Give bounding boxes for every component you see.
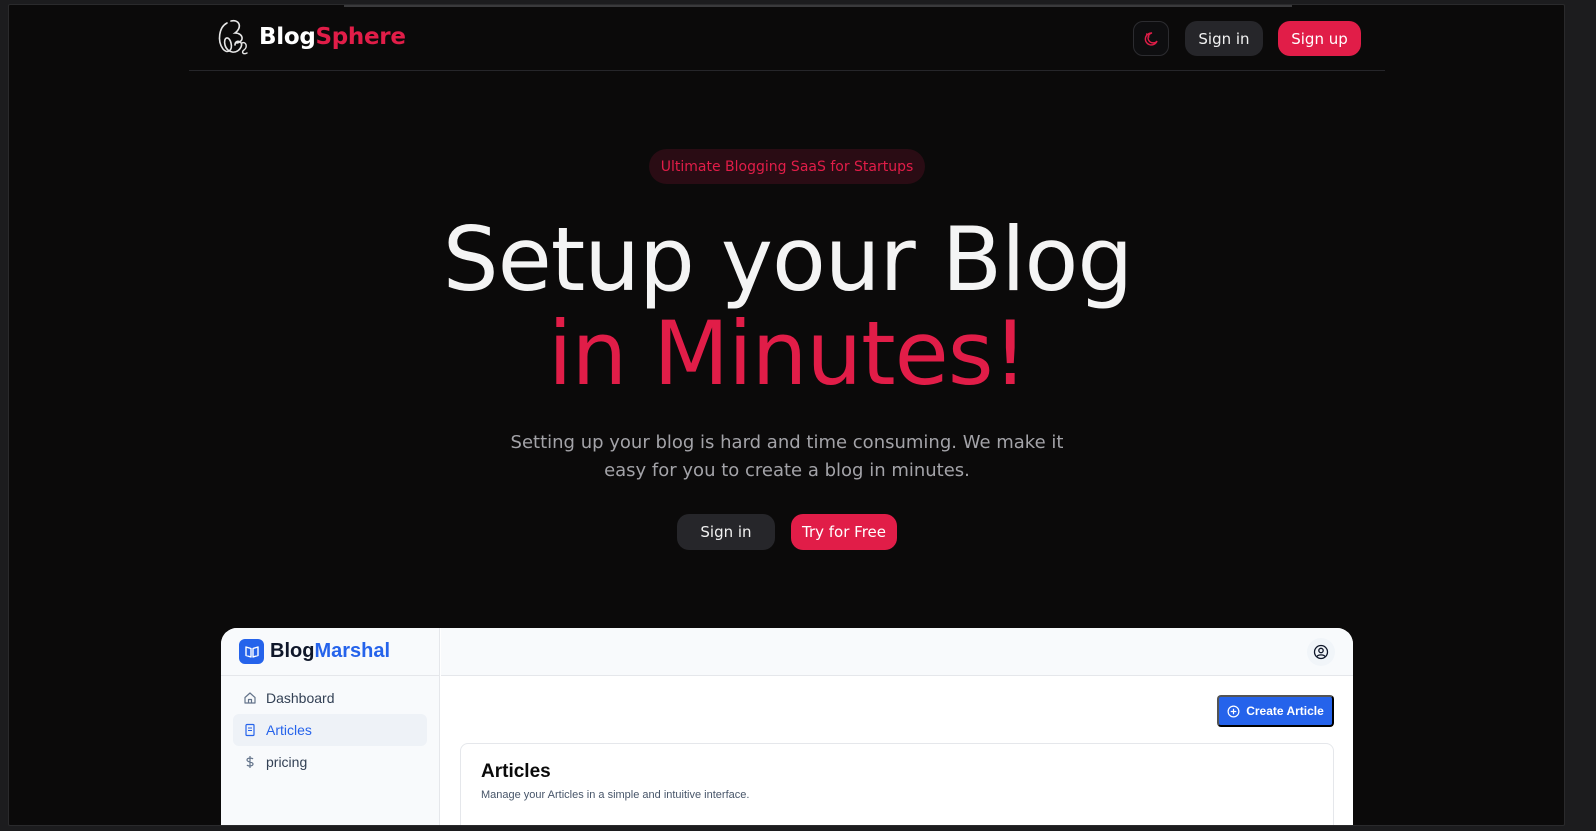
- preview-main: Create Article Articles Manage your Arti…: [441, 677, 1353, 825]
- brand-name: BlogSphere: [259, 24, 406, 50]
- try-for-free-button[interactable]: Try for Free: [791, 514, 897, 550]
- articles-card-subtitle: Manage your Articles in a simple and int…: [481, 789, 750, 801]
- user-circle-icon: [1313, 644, 1329, 660]
- home-icon: [244, 692, 256, 704]
- hero-signin-button[interactable]: Sign in: [677, 514, 775, 550]
- app-preview: BlogMarshal Dashboard Articles pricing C…: [221, 628, 1353, 825]
- dollar-icon: [246, 756, 254, 768]
- hero-title: Setup your Blog in Minutes!: [9, 208, 1564, 405]
- browser-viewport: BlogSphere Sign in Sign up Ultimate Blog…: [8, 4, 1565, 826]
- book-logo-icon: [239, 639, 264, 664]
- navbar: BlogSphere Sign in Sign up: [189, 5, 1385, 71]
- hero-subtitle: Setting up your blog is hard and time co…: [510, 432, 1064, 481]
- preview-brand-part2: Marshal: [314, 640, 391, 662]
- sidebar-item-dashboard[interactable]: Dashboard: [233, 682, 427, 714]
- brand-logo-icon: [218, 19, 248, 55]
- preview-sidebar: BlogMarshal Dashboard Articles pricing: [221, 628, 440, 825]
- create-article-button[interactable]: Create Article: [1217, 695, 1334, 727]
- preview-sidebar-nav: Dashboard Articles pricing: [221, 676, 439, 784]
- user-avatar-button[interactable]: [1307, 638, 1335, 666]
- create-article-label: Create Article: [1246, 704, 1324, 718]
- hero-title-line2: in Minutes!: [548, 302, 1028, 405]
- preview-brand-name: BlogMarshal: [270, 640, 390, 663]
- articles-card: Articles Manage your Articles in a simpl…: [460, 743, 1334, 825]
- preview-topbar: [441, 628, 1353, 676]
- sidebar-item-label: Dashboard: [266, 690, 335, 706]
- hero-title-line1: Setup your Blog: [442, 208, 1133, 311]
- sidebar-item-articles[interactable]: Articles: [233, 714, 427, 746]
- hero-badge: Ultimate Blogging SaaS for Startups: [649, 149, 925, 184]
- brand-name-part2: Sphere: [315, 24, 406, 50]
- brand-logo-link[interactable]: BlogSphere: [213, 17, 406, 57]
- moon-icon: [1144, 31, 1158, 46]
- nav-signin-button[interactable]: Sign in: [1185, 21, 1263, 56]
- book-icon: [245, 723, 255, 737]
- brand-name-part1: Blog: [259, 24, 316, 50]
- plus-circle-icon: [1227, 705, 1240, 717]
- sidebar-item-label: pricing: [266, 754, 308, 770]
- sidebar-item-pricing[interactable]: pricing: [233, 746, 427, 778]
- preview-brand: BlogMarshal: [221, 628, 439, 676]
- nav-signup-button[interactable]: Sign up: [1278, 21, 1361, 56]
- preview-brand-part1: Blog: [270, 640, 315, 662]
- sidebar-item-label: Articles: [266, 722, 312, 738]
- theme-toggle-button[interactable]: [1133, 21, 1169, 56]
- articles-card-title: Articles: [481, 761, 551, 782]
